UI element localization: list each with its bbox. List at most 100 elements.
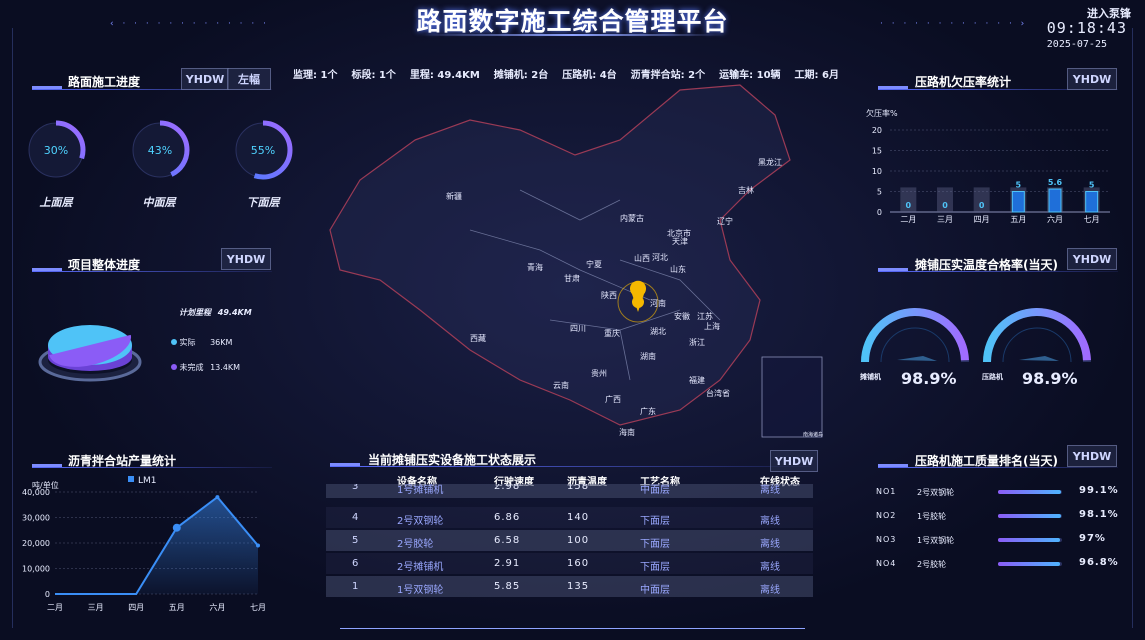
table-row[interactable]: 5 2号胶轮 6.58 100 下面层 离线 — [326, 530, 813, 551]
x-tick-label: 四月 — [974, 215, 990, 224]
legend-actual-name: 实际 — [179, 338, 196, 347]
section-line — [878, 467, 1118, 468]
bar-value-label: 5 — [1016, 181, 1022, 190]
data-point — [172, 523, 181, 532]
y-tick-label: 5 — [877, 188, 882, 197]
province-label: 黑龙江 — [758, 158, 782, 167]
province-label: 海南 — [619, 428, 635, 437]
rank-value: 96.8% — [1079, 557, 1119, 568]
ring-value: 55% — [251, 144, 275, 157]
rank-roller-name: 1号胶轮 — [917, 512, 947, 521]
temperature-rate-tag[interactable]: YHDW — [1067, 248, 1117, 270]
legend-label: LM1 — [138, 476, 157, 486]
y-tick-label: 0 — [877, 208, 882, 217]
china-outline — [329, 84, 791, 426]
table-cell: 下面层 — [640, 562, 670, 573]
province-label: 福建 — [689, 376, 705, 385]
province-label: 河南 — [650, 299, 666, 308]
rank-value: 97% — [1079, 533, 1106, 544]
province-label: 山东 — [670, 265, 686, 274]
bottom-frame — [340, 628, 805, 629]
table-cell: 离线 — [760, 562, 780, 573]
rank-bar-fill — [998, 514, 1061, 518]
x-tick-label: 三月 — [88, 603, 104, 612]
bar — [1048, 188, 1062, 213]
right-frame — [1132, 28, 1133, 628]
province-label: 陕西 — [601, 291, 617, 300]
gauge-needle — [897, 356, 937, 361]
rank-roller-name: 2号双钢轮 — [917, 488, 955, 497]
table-cell: 中面层 — [640, 485, 670, 496]
bar-value-label: 0 — [979, 201, 985, 210]
province-label: 台湾省 — [706, 389, 730, 398]
rank-number: NO2 — [876, 511, 897, 520]
rank-roller-name: 2号胶轮 — [917, 560, 947, 569]
table-cell: 离线 — [760, 539, 780, 550]
y-tick-label: 10 — [872, 167, 882, 176]
bar-value-label: 0 — [942, 201, 948, 210]
table-cell: 离线 — [760, 585, 780, 596]
x-tick-label: 二月 — [47, 603, 63, 612]
rank-value: 98.1% — [1079, 509, 1119, 520]
legend-swatch — [128, 476, 134, 482]
table-cell: 140 — [567, 512, 590, 523]
gauge-label-paver: 摊铺机 — [860, 373, 881, 381]
x-tick-label: 三月 — [937, 215, 953, 224]
table-cell: 下面层 — [640, 539, 670, 550]
rank-number: NO3 — [876, 535, 897, 544]
province-label: 湖北 — [650, 327, 666, 336]
underpressure-title: 压路机欠压率统计 — [915, 75, 1012, 89]
table-row[interactable]: 6 2号摊铺机 2.91 160 下面层 离线 — [326, 553, 813, 574]
legend-remaining-name: 未完成 — [179, 363, 204, 372]
road-progress-tag-side[interactable]: 左幅 — [227, 68, 271, 90]
y-tick-label: 40,000 — [22, 488, 50, 497]
table-row[interactable]: 4 2号双钢轮 6.86 140 下面层 离线 — [326, 507, 813, 528]
stat-item: 里程: 49.4KM — [410, 66, 480, 81]
province-label: 宁夏 — [586, 260, 602, 269]
table-cell: 2号双钢轮 — [397, 516, 444, 527]
x-tick-label: 七月 — [250, 603, 266, 612]
province-label: 广西 — [605, 395, 621, 404]
rank-number: NO4 — [876, 559, 897, 568]
table-cell: 1 — [352, 581, 359, 592]
y-tick-label: 20 — [872, 126, 882, 135]
project-progress-tag[interactable]: YHDW — [221, 248, 271, 270]
stat-item: 沥青拌合站: 2个 — [631, 66, 705, 81]
province-label: 四川 — [570, 324, 586, 333]
bar — [1085, 191, 1099, 213]
gauge-arc — [861, 308, 969, 363]
legend-actual-value: 36KM — [210, 338, 233, 347]
x-tick-label: 五月 — [169, 603, 185, 612]
table-cell: 1号摊铺机 — [397, 485, 444, 496]
province-label: 辽宁 — [717, 217, 733, 226]
stat-label: 监理 — [293, 70, 313, 81]
table-cell: 100 — [567, 535, 590, 546]
y-axis-label: 欠压率% — [866, 108, 898, 118]
gauge-value-paver: 98.9% — [901, 369, 957, 388]
bar-value-label: 5 — [1089, 181, 1095, 190]
table-cell: 6.86 — [494, 512, 521, 523]
table-cell: 6 — [352, 558, 359, 569]
stat-item: 标段: 1个 — [351, 66, 395, 81]
legend-dot-icon — [171, 339, 177, 345]
table-cell: 6.58 — [494, 535, 521, 546]
table-row[interactable]: 3 1号摊铺机 2.98 158 中面层 离线 — [326, 484, 813, 498]
province-label: 山西 — [634, 254, 650, 263]
underpressure-tag[interactable]: YHDW — [1067, 68, 1117, 90]
x-tick-label: 四月 — [128, 603, 144, 612]
asphalt-output-chart: 吨/单位 LM1010,00020,00030,00040,000二月 三月 四月 五月… — [22, 476, 266, 612]
ring-label-middle: 中面层 — [142, 196, 176, 209]
road-progress-tag-unit[interactable]: YHDW — [181, 68, 229, 90]
temperature-gauges — [861, 308, 1091, 363]
series-area — [55, 497, 258, 594]
province-label: 青海 — [527, 263, 543, 272]
project-pie-3d — [38, 325, 142, 382]
plan-mileage: 计划里程 49.4KM — [179, 307, 252, 318]
quality-ranking-tag[interactable]: YHDW — [1067, 445, 1117, 467]
table-row[interactable]: 1 1号双钢轮 5.85 135 中面层 离线 — [326, 576, 813, 597]
province-label: 上海 — [704, 322, 720, 331]
equipment-table-tag[interactable]: YHDW — [770, 450, 818, 472]
legend-dot-icon — [171, 364, 177, 370]
province-label: 甘肃 — [564, 274, 580, 283]
stat-item: 压路机: 4台 — [562, 66, 616, 81]
